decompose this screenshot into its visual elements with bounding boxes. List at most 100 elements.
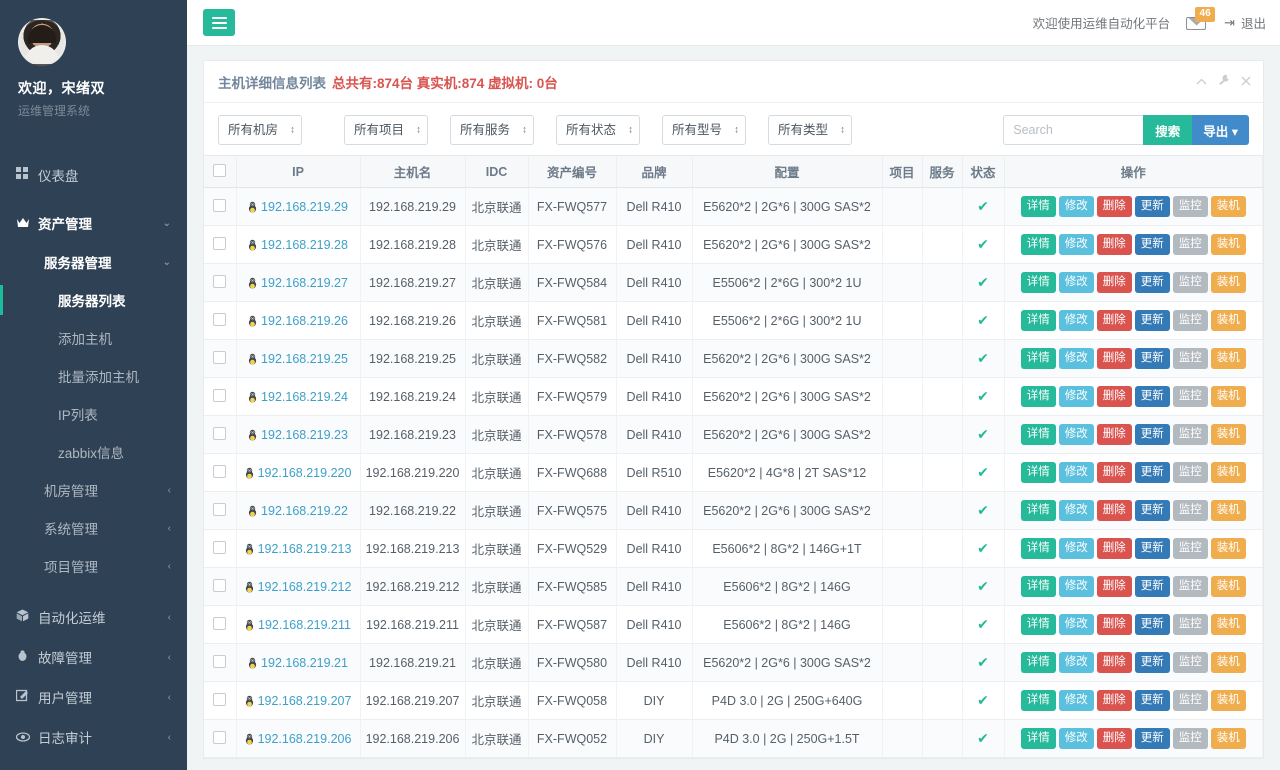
action-修改-button[interactable]: 修改 xyxy=(1058,461,1094,484)
action-更新-button[interactable]: 更新 xyxy=(1134,233,1170,256)
action-详情-button[interactable]: 详情 xyxy=(1020,385,1056,408)
ip-link[interactable]: 192.168.219.26 xyxy=(248,314,348,328)
ip-link[interactable]: 192.168.219.213 xyxy=(245,542,351,556)
row-checkbox[interactable] xyxy=(213,464,227,478)
action-详情-button[interactable]: 详情 xyxy=(1020,233,1056,256)
action-更新-button[interactable]: 更新 xyxy=(1134,727,1170,750)
select-all-checkbox[interactable] xyxy=(213,163,227,177)
ip-link[interactable]: 192.168.219.28 xyxy=(248,238,348,252)
sidebar-item-fault-management[interactable]: 故障管理 ‹ xyxy=(0,637,187,677)
action-监控-button[interactable]: 监控 xyxy=(1172,537,1208,560)
action-修改-button[interactable]: 修改 xyxy=(1058,575,1094,598)
action-监控-button[interactable]: 监控 xyxy=(1172,195,1208,218)
action-装机-button[interactable]: 装机 xyxy=(1210,537,1246,560)
ip-link[interactable]: 192.168.219.21 xyxy=(248,656,348,670)
action-监控-button[interactable]: 监控 xyxy=(1172,575,1208,598)
row-checkbox[interactable] xyxy=(213,236,227,250)
action-监控-button[interactable]: 监控 xyxy=(1172,499,1208,522)
action-更新-button[interactable]: 更新 xyxy=(1134,385,1170,408)
action-监控-button[interactable]: 监控 xyxy=(1172,309,1208,332)
ip-link[interactable]: 192.168.219.22 xyxy=(248,504,348,518)
action-详情-button[interactable]: 详情 xyxy=(1020,651,1056,674)
sidebar-item-dashboard[interactable]: 仪表盘 xyxy=(0,155,187,195)
action-删除-button[interactable]: 删除 xyxy=(1096,195,1132,218)
row-checkbox[interactable] xyxy=(213,198,227,212)
sidebar-item-add-host[interactable]: 添加主机 xyxy=(0,319,187,357)
action-监控-button[interactable]: 监控 xyxy=(1172,347,1208,370)
filter-type[interactable]: 所有类型 xyxy=(768,115,852,145)
action-更新-button[interactable]: 更新 xyxy=(1134,499,1170,522)
action-装机-button[interactable]: 装机 xyxy=(1210,347,1246,370)
sidebar-subitem-idc-management[interactable]: 机房管理 ‹ xyxy=(0,471,187,509)
close-icon[interactable] xyxy=(1241,74,1251,89)
action-修改-button[interactable]: 修改 xyxy=(1058,499,1094,522)
sidebar-item-asset-management[interactable]: 资产管理 ⌄ xyxy=(0,203,187,243)
action-删除-button[interactable]: 删除 xyxy=(1096,689,1132,712)
sidebar-item-server-list[interactable]: 服务器列表 xyxy=(0,281,187,319)
menu-toggle-button[interactable] xyxy=(203,9,235,36)
action-监控-button[interactable]: 监控 xyxy=(1172,651,1208,674)
action-监控-button[interactable]: 监控 xyxy=(1172,461,1208,484)
search-button[interactable]: 搜索 xyxy=(1143,115,1193,145)
ip-link[interactable]: 192.168.219.25 xyxy=(248,352,348,366)
filter-model[interactable]: 所有型号 xyxy=(662,115,746,145)
action-更新-button[interactable]: 更新 xyxy=(1134,575,1170,598)
action-删除-button[interactable]: 删除 xyxy=(1096,271,1132,294)
action-详情-button[interactable]: 详情 xyxy=(1020,613,1056,636)
action-装机-button[interactable]: 装机 xyxy=(1210,727,1246,750)
action-修改-button[interactable]: 修改 xyxy=(1058,727,1094,750)
filter-project[interactable]: 所有项目 xyxy=(344,115,428,145)
row-checkbox[interactable] xyxy=(213,692,227,706)
action-监控-button[interactable]: 监控 xyxy=(1172,613,1208,636)
ip-link[interactable]: 192.168.219.220 xyxy=(245,466,351,480)
action-更新-button[interactable]: 更新 xyxy=(1134,613,1170,636)
row-checkbox[interactable] xyxy=(213,388,227,402)
action-详情-button[interactable]: 详情 xyxy=(1020,309,1056,332)
action-删除-button[interactable]: 删除 xyxy=(1096,727,1132,750)
action-监控-button[interactable]: 监控 xyxy=(1172,385,1208,408)
ip-link[interactable]: 192.168.219.212 xyxy=(245,580,351,594)
export-button[interactable]: 导出 ▾ xyxy=(1192,115,1249,145)
action-详情-button[interactable]: 详情 xyxy=(1020,423,1056,446)
ip-link[interactable]: 192.168.219.206 xyxy=(245,732,351,746)
action-详情-button[interactable]: 详情 xyxy=(1020,537,1056,560)
action-更新-button[interactable]: 更新 xyxy=(1134,461,1170,484)
action-详情-button[interactable]: 详情 xyxy=(1020,195,1056,218)
action-监控-button[interactable]: 监控 xyxy=(1172,423,1208,446)
ip-link[interactable]: 192.168.219.27 xyxy=(248,276,348,290)
action-修改-button[interactable]: 修改 xyxy=(1058,613,1094,636)
action-删除-button[interactable]: 删除 xyxy=(1096,309,1132,332)
action-装机-button[interactable]: 装机 xyxy=(1210,613,1246,636)
row-checkbox[interactable] xyxy=(213,578,227,592)
action-装机-button[interactable]: 装机 xyxy=(1210,309,1246,332)
action-修改-button[interactable]: 修改 xyxy=(1058,423,1094,446)
action-删除-button[interactable]: 删除 xyxy=(1096,385,1132,408)
action-详情-button[interactable]: 详情 xyxy=(1020,347,1056,370)
row-checkbox[interactable] xyxy=(213,350,227,364)
logout-button[interactable]: ⇥ 退出 xyxy=(1224,13,1266,32)
row-checkbox[interactable] xyxy=(213,274,227,288)
action-装机-button[interactable]: 装机 xyxy=(1210,233,1246,256)
ip-link[interactable]: 192.168.219.24 xyxy=(248,390,348,404)
action-装机-button[interactable]: 装机 xyxy=(1210,461,1246,484)
wrench-icon[interactable] xyxy=(1218,74,1230,89)
action-监控-button[interactable]: 监控 xyxy=(1172,233,1208,256)
action-监控-button[interactable]: 监控 xyxy=(1172,689,1208,712)
sidebar-item-user-management[interactable]: 用户管理 ‹ xyxy=(0,677,187,717)
action-更新-button[interactable]: 更新 xyxy=(1134,689,1170,712)
action-删除-button[interactable]: 删除 xyxy=(1096,499,1132,522)
row-checkbox[interactable] xyxy=(213,426,227,440)
chevron-up-icon[interactable] xyxy=(1196,74,1207,89)
sidebar-subitem-server-management[interactable]: 服务器管理 ⌄ xyxy=(0,243,187,281)
action-修改-button[interactable]: 修改 xyxy=(1058,309,1094,332)
sidebar-subitem-project-management[interactable]: 项目管理 ‹ xyxy=(0,547,187,585)
messages-button[interactable]: 46 xyxy=(1186,6,1216,34)
filter-service[interactable]: 所有服务 xyxy=(450,115,534,145)
filter-idc[interactable]: 所有机房 xyxy=(218,115,302,145)
action-装机-button[interactable]: 装机 xyxy=(1210,385,1246,408)
action-修改-button[interactable]: 修改 xyxy=(1058,195,1094,218)
action-更新-button[interactable]: 更新 xyxy=(1134,347,1170,370)
action-详情-button[interactable]: 详情 xyxy=(1020,271,1056,294)
action-更新-button[interactable]: 更新 xyxy=(1134,651,1170,674)
ip-link[interactable]: 192.168.219.29 xyxy=(248,200,348,214)
